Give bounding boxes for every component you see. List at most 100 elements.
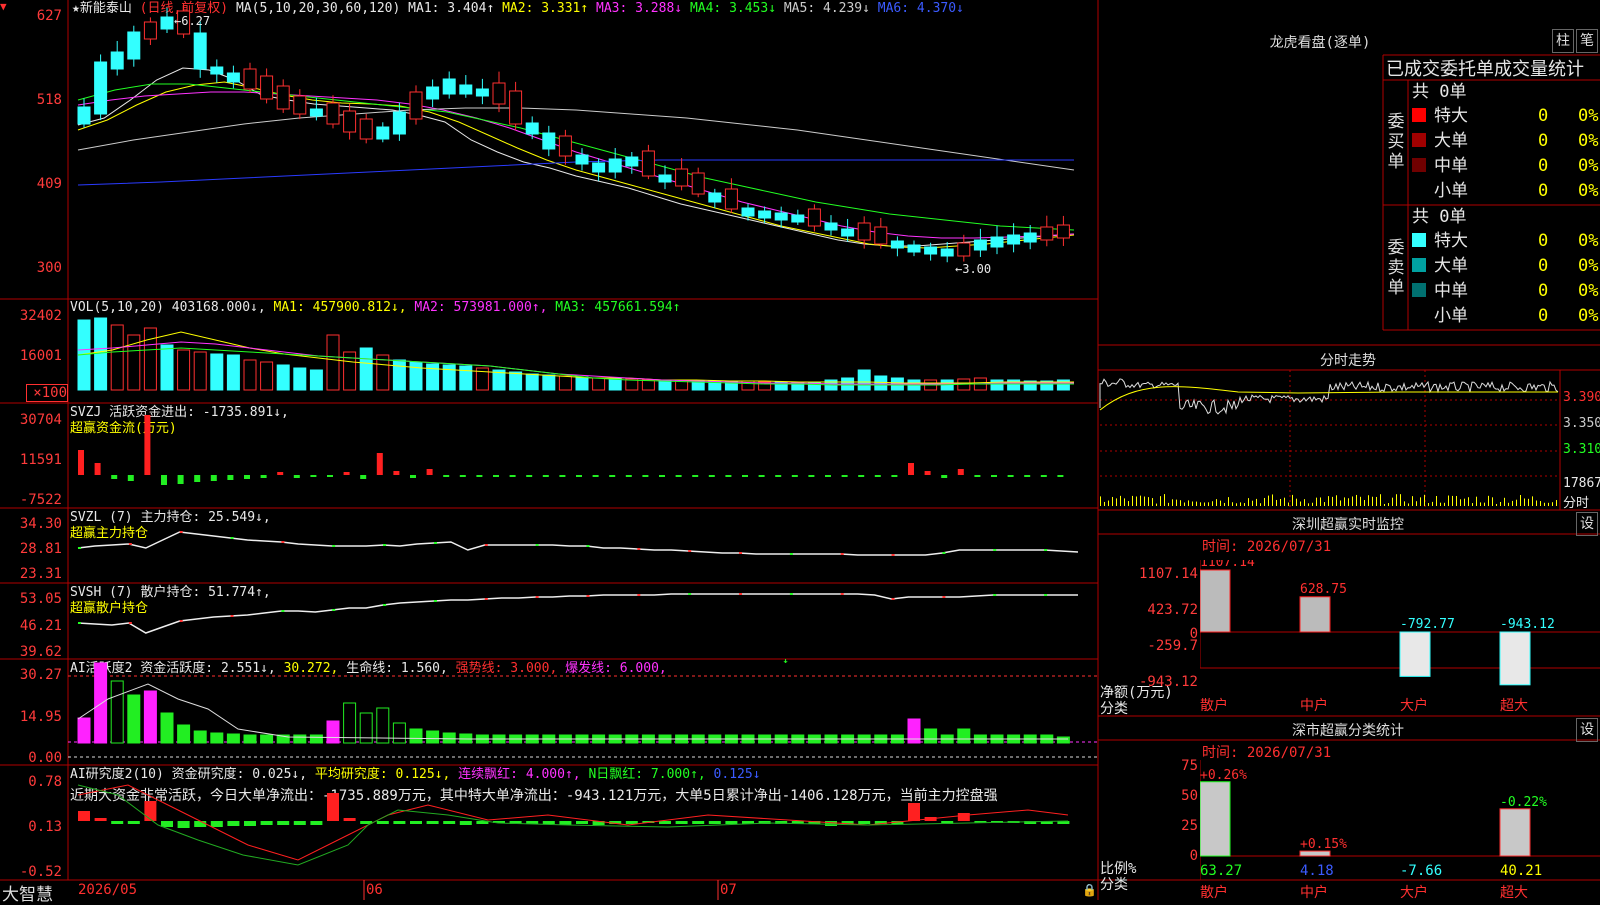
intraday-vol-bar (1208, 502, 1209, 506)
sz-class-title: 深市超赢分类统计 (1292, 723, 1404, 739)
activity-marker: ↓ (782, 659, 789, 666)
flow-bar (78, 450, 84, 475)
sell-total: 共 0单 (1412, 207, 1467, 227)
ai-activity-chart[interactable]: ↓ (68, 659, 1098, 765)
tick-mode-button[interactable]: 笔 (1576, 29, 1598, 53)
intraday-vol-bar (1216, 499, 1217, 506)
intraday-vol-bar (1272, 494, 1273, 506)
candle (1040, 226, 1054, 241)
candle (276, 85, 290, 110)
sz-class-time: 时间: 2026/07/31 (1202, 745, 1332, 761)
lock-icon[interactable]: 🔒 (1082, 883, 1097, 897)
swatch-icon (1412, 133, 1426, 147)
volume-bar (426, 363, 440, 391)
sz-class-chart[interactable]: +0.26% 63.27 +0.15% 4.18 -7.66 -0.22% 40.21 散户 中… (1200, 760, 1600, 900)
candle (293, 95, 307, 115)
intraday-vol-bar (1288, 502, 1289, 506)
svsh-chart[interactable] (68, 583, 1098, 659)
buy-total: 共 0单 (1412, 82, 1467, 102)
candle (492, 82, 506, 105)
intraday-vol-bar (1200, 502, 1201, 506)
intraday-vol-bar (1500, 501, 1501, 506)
class-pct-label: +0.15% (1300, 837, 1347, 852)
svzl-line-tick (942, 552, 946, 554)
sz-monitor-settings-button[interactable]: 设 (1576, 512, 1598, 536)
svsh-line-tick (332, 609, 336, 611)
volume-chart[interactable] (68, 300, 1098, 403)
flow-bar (376, 453, 383, 475)
sell-label-char: 卖 (1387, 258, 1405, 278)
intraday-vol-bar (1136, 496, 1137, 506)
intraday-vol-bar (1320, 497, 1321, 506)
svsh-line-tick (78, 622, 81, 624)
activity-bar (193, 730, 207, 744)
activity-bar (143, 690, 157, 744)
activity-bar (110, 680, 124, 744)
activity-bar (326, 720, 340, 744)
intraday-vol-bar (1228, 497, 1229, 506)
svzl-chart[interactable] (68, 508, 1098, 583)
flow-bar (310, 475, 317, 477)
intraday-vol-bar (1256, 498, 1257, 506)
sz-monitor-chart[interactable]: 1107.14 散户 628.75 中户 -792.77 大户 -943.12 超大 (1200, 560, 1600, 716)
svzl-line-tick (993, 549, 997, 551)
candle (807, 208, 821, 227)
ai2-axis-1: 0.78 (28, 774, 62, 790)
candle (459, 84, 473, 95)
research-bar (194, 821, 207, 827)
candle (890, 240, 904, 249)
flow-bar (476, 475, 483, 477)
svzj-chart[interactable] (68, 403, 1098, 508)
bar-mode-button[interactable]: 柱 (1552, 29, 1574, 53)
sz-class-settings-button[interactable]: 设 (1576, 718, 1598, 742)
intraday-vol-bar (1152, 498, 1153, 506)
research-red-line (77, 784, 1069, 861)
intraday-unit: 分时 (1563, 496, 1590, 511)
candle (658, 174, 672, 183)
intraday-vol-bar (1516, 499, 1517, 506)
volume-bar (326, 334, 340, 391)
intraday-vol-bar (1504, 497, 1505, 506)
candle (326, 102, 340, 125)
svzl-line-tick (128, 543, 132, 545)
svzl-line (77, 531, 1079, 556)
intraday-vol-bar (1188, 500, 1189, 506)
research-bar (825, 821, 837, 826)
intraday-vol-bar (1400, 494, 1401, 506)
intraday-vol-bar (1340, 500, 1341, 506)
intraday-vol-bar (1124, 498, 1125, 506)
ai1-axis-1: 30.27 (19, 667, 62, 683)
flow-bar (908, 463, 914, 475)
kline-chart[interactable] (68, 0, 1098, 299)
volume-bar (392, 359, 406, 391)
ai2-axis-3: -0.52 (19, 864, 62, 880)
svsh-line-tick (535, 596, 539, 598)
class-pct-label: -0.22% (1500, 795, 1547, 810)
vol-axis-1: 32402 (19, 308, 62, 324)
order-count: 0 (1538, 156, 1549, 176)
flow-bar (609, 475, 616, 477)
candle (973, 239, 987, 251)
flow-bar (1057, 475, 1064, 477)
intraday-vol-bar (1344, 497, 1345, 506)
flow-bar (293, 475, 300, 478)
intraday-chart[interactable] (1098, 370, 1560, 508)
class-pct-label: +0.26% (1200, 768, 1247, 783)
volume-bar (525, 373, 539, 391)
volume-bar (509, 371, 523, 391)
flow-bar (742, 475, 748, 477)
research-bar (293, 821, 306, 825)
order-type: 大单 (1434, 256, 1468, 276)
ai-research-chart[interactable] (68, 765, 1098, 880)
svsh-line-tick (789, 593, 793, 595)
volume-bar (442, 364, 456, 391)
intraday-vol-bar (1456, 495, 1457, 506)
svsh-axis-1: 53.05 (19, 591, 62, 607)
candle (392, 111, 406, 135)
flow-bar (642, 475, 649, 477)
intraday-vol-bar (1192, 501, 1193, 506)
intraday-vol-bar (1168, 502, 1169, 506)
flow-bar (675, 475, 682, 477)
candle (210, 66, 224, 75)
order-pct: 0% (1578, 231, 1599, 251)
